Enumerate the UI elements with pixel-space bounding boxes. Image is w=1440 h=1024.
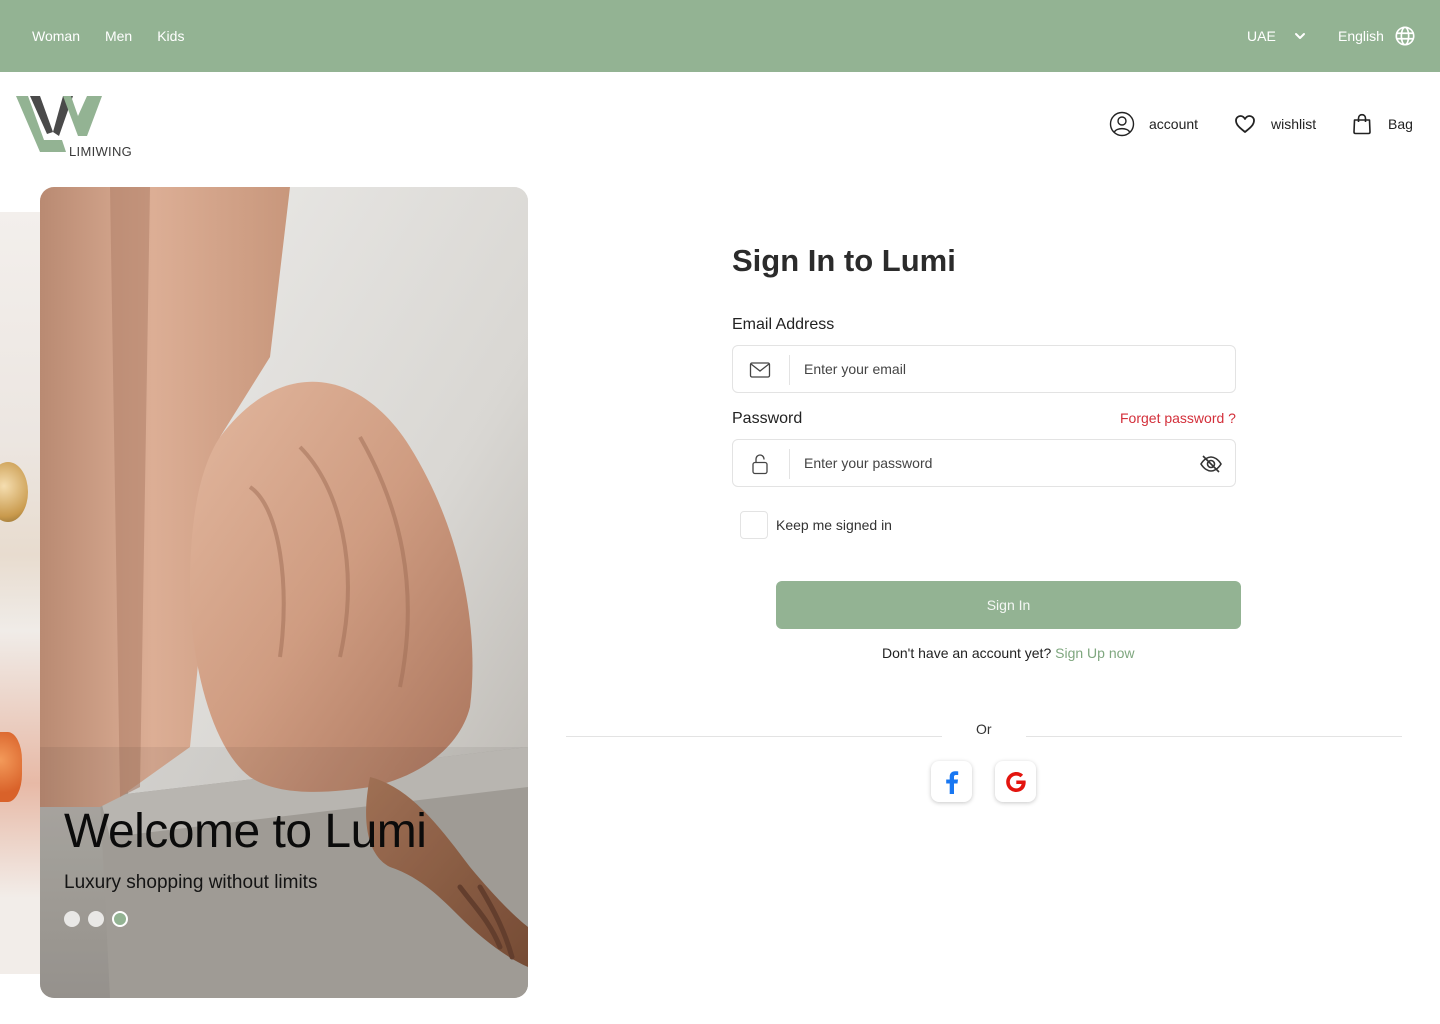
account-link[interactable]: account	[1109, 110, 1198, 138]
region-selector[interactable]: UAE	[1247, 0, 1312, 72]
email-field-wrapper	[732, 345, 1236, 393]
lock-icon	[752, 454, 768, 475]
carousel-dot-3[interactable]	[112, 911, 128, 927]
password-input[interactable]	[804, 440, 1184, 486]
field-divider	[789, 355, 790, 385]
brand-name: LIMIWING	[69, 144, 133, 159]
carousel-dots	[64, 911, 128, 927]
divider-left	[566, 736, 942, 737]
bag-link[interactable]: Bag	[1350, 110, 1413, 138]
keep-signed-in-checkbox[interactable]	[740, 511, 768, 539]
field-divider	[789, 449, 790, 479]
carousel-dot-1[interactable]	[64, 911, 80, 927]
wishlist-link[interactable]: wishlist	[1233, 110, 1316, 138]
nav-link-kids[interactable]: Kids	[157, 28, 184, 44]
divider-right	[1026, 736, 1402, 737]
nav-link-woman[interactable]: Woman	[32, 28, 80, 44]
carousel-previous-slide	[0, 212, 44, 974]
facebook-icon	[945, 770, 958, 794]
hero-subtitle: Luxury shopping without limits	[64, 872, 318, 893]
google-login-button[interactable]	[995, 761, 1036, 802]
nav-link-men[interactable]: Men	[105, 28, 132, 44]
bag-label: Bag	[1388, 116, 1413, 132]
decorative-object	[0, 732, 22, 802]
chevron-down-icon	[1294, 33, 1305, 39]
sign-in-button[interactable]: Sign In	[776, 581, 1241, 629]
globe-icon	[1395, 26, 1415, 46]
password-field-wrapper	[732, 439, 1236, 487]
sign-up-link[interactable]: Sign Up now	[1055, 645, 1134, 661]
email-label: Email Address	[732, 316, 835, 333]
shopping-bag-icon	[1353, 113, 1371, 135]
wishlist-label: wishlist	[1271, 116, 1317, 132]
eye-off-icon[interactable]	[1199, 452, 1223, 476]
keep-signed-in-label: Keep me signed in	[776, 517, 892, 533]
heart-icon	[1235, 115, 1255, 133]
google-icon	[1005, 771, 1026, 792]
region-label: UAE	[1247, 28, 1276, 44]
language-label: English	[1338, 28, 1384, 44]
decorative-jewelry	[0, 462, 28, 522]
signup-prompt-text: Don't have an account yet?	[882, 645, 1052, 661]
hero-title: Welcome to Lumi	[64, 805, 427, 858]
facebook-login-button[interactable]	[931, 761, 972, 802]
top-bar: Woman Men Kids UAE English	[0, 0, 1440, 72]
password-label: Password	[732, 410, 803, 427]
language-selector[interactable]: English	[1338, 0, 1416, 72]
page-title: Sign In to Lumi	[732, 243, 956, 278]
mail-icon	[749, 362, 771, 378]
category-nav: Woman Men Kids	[32, 0, 184, 72]
email-input[interactable]	[804, 346, 1184, 392]
or-label: Or	[976, 721, 992, 737]
carousel-dot-2[interactable]	[88, 911, 104, 927]
signup-prompt: Don't have an account yet? Sign Up now	[882, 645, 1135, 661]
user-icon	[1109, 111, 1135, 137]
account-label: account	[1149, 116, 1199, 132]
forgot-password-link[interactable]: Forget password ?	[1120, 410, 1236, 426]
hero-carousel: Welcome to Lumi Luxury shopping without …	[40, 187, 528, 998]
